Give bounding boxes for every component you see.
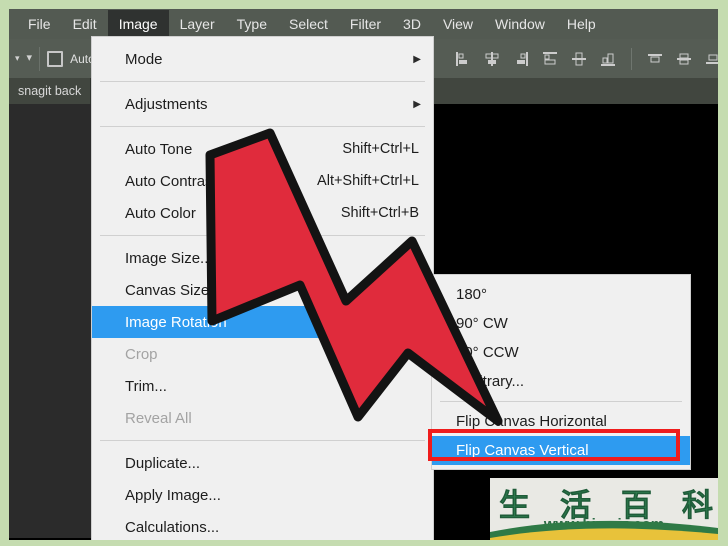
menu-item-view[interactable]: View [432, 10, 484, 39]
submenu-arrow-icon: ▶ [413, 53, 421, 65]
chevron-down-icon[interactable]: ▾ [27, 53, 33, 64]
menu-item-label: Adjustments [125, 95, 208, 113]
menu-item-filter[interactable]: Filter [339, 10, 392, 39]
document-tab[interactable]: snagit back [9, 78, 92, 104]
menu-item-canvas-size[interactable]: Canvas Size... [92, 274, 433, 306]
image-menu-dropdown: Mode ▶ Adjustments ▶ Auto Tone Shift+Ctrl+L Au… [91, 36, 434, 546]
submenu-arrow-icon: ▶ [413, 316, 421, 328]
submenu-item-90-cw[interactable]: 90° CW [432, 309, 690, 338]
menu-item-mode[interactable]: Mode ▶ [92, 43, 433, 75]
page-border-left [0, 0, 9, 546]
watermark-swoosh-icon [490, 520, 718, 540]
menu-separator [100, 440, 425, 441]
align-right-edges-icon[interactable] [512, 50, 530, 68]
menu-item-label: Reveal All [125, 409, 192, 427]
menu-item-auto-contrast[interactable]: Auto Contrast Alt+Shift+Ctrl+L [92, 165, 433, 197]
submenu-item-label: Flip Canvas Horizontal [456, 413, 607, 430]
submenu-item-180-[interactable]: 180° [432, 280, 690, 309]
submenu-item-label: Flip Canvas Vertical [456, 442, 589, 459]
menu-separator [100, 81, 425, 82]
align-bottom-edges-icon[interactable] [599, 50, 617, 68]
menu-item-label: Calculations... [125, 518, 220, 536]
options-bar-left-group: ▾ ▾ Auto [9, 39, 95, 78]
align-left-edges-icon[interactable] [454, 50, 472, 68]
submenu-item-arbitrary[interactable]: Arbitrary... [432, 367, 690, 396]
menu-item-shortcut: Shift+Ctrl+L [342, 141, 419, 157]
menu-item-shortcut: Shift+Ctrl+B [340, 205, 419, 221]
menu-item-duplicate[interactable]: Duplicate... [92, 447, 433, 479]
menu-item-label: Image Rotation [125, 313, 227, 331]
auto-select-checkbox[interactable] [47, 50, 64, 67]
menu-item-auto-tone[interactable]: Auto Tone Shift+Ctrl+L [92, 133, 433, 165]
distribute-vertical-centers-icon[interactable] [675, 50, 693, 68]
align-vertical-centers-icon[interactable] [570, 50, 588, 68]
submenu-arrow-icon: ▶ [413, 98, 421, 110]
menu-item-label: Duplicate... [125, 454, 201, 472]
menu-item-label: Image Size... [125, 249, 213, 267]
submenu-item-flip-canvas-horizontal[interactable]: Flip Canvas Horizontal [432, 407, 690, 436]
menu-bar: File Edit Image Layer Type Select Filter 3D View… [9, 9, 718, 39]
menu-item-auto-color[interactable]: Auto Color Shift+Ctrl+B [92, 197, 433, 229]
menu-item-shortcut: Alt+Shift+Ctrl+L [317, 173, 419, 189]
distribute-top-edges-icon[interactable] [646, 50, 664, 68]
menu-item-3d[interactable]: 3D [392, 10, 432, 39]
submenu-item-label: 90° CW [456, 315, 508, 332]
document-tab-label: snagit back [18, 84, 82, 98]
menu-item-adjustments[interactable]: Adjustments ▶ [92, 88, 433, 120]
align-top-edges-icon[interactable] [541, 50, 559, 68]
page-border-bottom [0, 540, 728, 546]
menu-item-apply-image[interactable]: Apply Image... [92, 479, 433, 511]
menu-item-label: Canvas Size... [125, 281, 222, 299]
menu-item-file[interactable]: File [17, 10, 62, 39]
menu-item-label: Auto Tone [125, 140, 193, 158]
menu-item-layer[interactable]: Layer [169, 10, 226, 39]
left-panel[interactable] [9, 104, 91, 538]
menu-item-image-size[interactable]: Image Size... [92, 242, 433, 274]
menu-item-reveal-all[interactable]: Reveal All [92, 402, 433, 434]
menu-item-crop[interactable]: Crop [92, 338, 433, 370]
menu-separator [100, 235, 425, 236]
menu-item-edit[interactable]: Edit [62, 10, 108, 39]
align-horizontal-centers-icon[interactable] [483, 50, 501, 68]
options-divider-2 [631, 47, 632, 70]
menu-item-label: Crop [125, 345, 158, 363]
menu-item-trim[interactable]: Trim... [92, 370, 433, 402]
page-border-right [718, 0, 728, 546]
image-rotation-submenu: 180° 90° CW 90° CCW Arbitrary... Flip Canvas… [431, 274, 691, 470]
menu-item-calculations[interactable]: Calculations... [92, 511, 433, 543]
menu-item-select[interactable]: Select [278, 10, 339, 39]
photoshop-screenshot: File Edit Image Layer Type Select Filter 3D View… [0, 0, 728, 546]
menu-item-window[interactable]: Window [484, 10, 556, 39]
submenu-item-label: Arbitrary... [456, 373, 525, 390]
submenu-item-label: 90° CCW [456, 344, 519, 361]
submenu-item-flip-canvas-vertical[interactable]: Flip Canvas Vertical [432, 436, 690, 465]
submenu-separator [440, 401, 682, 402]
page-border-top [0, 0, 728, 9]
menu-item-label: Apply Image... [125, 486, 221, 504]
tool-preset-caret-icon[interactable]: ▾ [15, 54, 20, 63]
menu-item-label: Mode [125, 50, 163, 68]
menu-item-image[interactable]: Image [107, 9, 169, 39]
submenu-item-label: 180° [456, 286, 488, 303]
submenu-item-90-ccw[interactable]: 90° CCW [432, 338, 690, 367]
menu-item-type[interactable]: Type [226, 10, 278, 39]
menu-item-image-rotation[interactable]: Image Rotation ▶ [92, 306, 433, 338]
menu-separator [100, 126, 425, 127]
menu-item-label: Auto Contrast [125, 172, 217, 190]
options-divider [39, 46, 41, 71]
watermark: 生活百科 www.bimeiz.com [490, 478, 718, 540]
menu-item-label: Auto Color [125, 204, 196, 222]
alignment-icon-group [454, 39, 722, 78]
menu-item-help[interactable]: Help [556, 10, 607, 39]
menu-item-label: Trim... [125, 377, 167, 395]
